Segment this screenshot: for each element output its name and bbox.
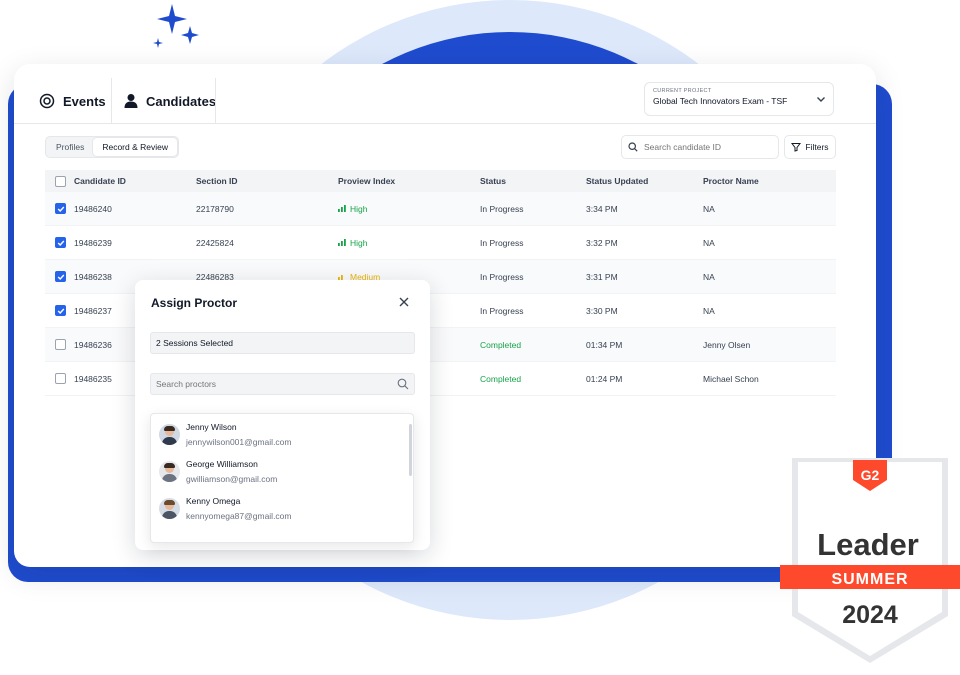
nav-divider	[111, 78, 112, 124]
status: Completed	[480, 339, 522, 350]
status-updated: 3:32 PM	[586, 237, 618, 248]
project-selector[interactable]: CURRENT PROJECT Global Tech Innovators E…	[644, 82, 834, 116]
status: Completed	[480, 373, 522, 384]
signal-bars-icon	[338, 239, 346, 246]
candidate-id: 19486235	[74, 373, 112, 384]
row-checkbox[interactable]	[55, 339, 66, 350]
section-id: 22178790	[196, 203, 234, 214]
badge-brand: G2	[861, 467, 880, 483]
proctor-name: Michael Schon	[703, 373, 759, 384]
user-icon	[124, 94, 138, 108]
column-header: Status Updated	[586, 176, 649, 186]
search-icon	[628, 142, 638, 152]
scrollbar[interactable]	[409, 424, 412, 476]
column-header: Section ID	[196, 176, 238, 186]
project-selector-label: CURRENT PROJECT	[653, 88, 712, 94]
proctor-name: NA	[703, 237, 715, 248]
avatar	[159, 497, 180, 519]
candidate-search	[621, 135, 779, 159]
proctor-name: NA	[703, 271, 715, 282]
table-header: Candidate ID Section ID Proview Index St…	[45, 170, 836, 192]
check-icon	[57, 308, 64, 314]
list-item[interactable]: Kenny Omega kennyomega87@gmail.com	[159, 493, 292, 523]
sessions-selected-field[interactable]: 2 Sessions Selected	[150, 332, 415, 354]
proctor-name: Kenny Omega	[186, 495, 241, 506]
candidate-id: 19486238	[74, 271, 112, 282]
search-input[interactable]	[644, 142, 764, 152]
proctor-name: NA	[703, 203, 715, 214]
project-selector-value: Global Tech Innovators Exam - TSF	[653, 96, 788, 106]
column-header: Proview Index	[338, 176, 396, 186]
segment-record-review[interactable]: Record & Review	[93, 138, 178, 156]
proctor-email: jennywilson001@gmail.com	[186, 436, 292, 447]
view-segmented-control: Profiles Record & Review	[45, 136, 180, 158]
row-checkbox[interactable]	[55, 373, 66, 384]
proctor-list: Jenny Wilson jennywilson001@gmail.com Ge…	[150, 413, 414, 543]
section-id: 22425824	[196, 237, 234, 248]
badge-title: Leader	[817, 527, 919, 562]
proctor-name: George Williamson	[186, 458, 258, 469]
nav-divider	[215, 78, 216, 124]
proview-index: High	[350, 237, 368, 248]
target-icon	[39, 93, 55, 109]
tab-events-label: Events	[63, 93, 106, 109]
signal-bars-icon	[338, 205, 346, 212]
status: In Progress	[480, 271, 524, 282]
status: In Progress	[480, 237, 524, 248]
row-checkbox[interactable]	[55, 203, 66, 214]
table-row[interactable]: 19486239 22425824 High In Progress 3:32 …	[45, 226, 836, 260]
select-all-checkbox[interactable]	[55, 175, 66, 187]
proctor-email: kennyomega87@gmail.com	[186, 510, 292, 521]
proctor-search-input[interactable]	[156, 379, 386, 389]
check-icon	[57, 206, 64, 212]
proctor-name: Jenny Wilson	[186, 421, 237, 432]
candidate-id: 19486239	[74, 237, 112, 248]
candidate-id: 19486236	[74, 339, 112, 350]
row-checkbox[interactable]	[55, 305, 66, 316]
row-checkbox[interactable]	[55, 271, 66, 282]
list-item[interactable]: Jenny Wilson jennywilson001@gmail.com	[159, 419, 291, 449]
g2-leader-badge: G2 Leader SUMMER 2024	[780, 458, 960, 663]
status: In Progress	[480, 203, 524, 214]
proctor-email: gwilliamson@gmail.com	[186, 473, 278, 484]
status-updated: 3:34 PM	[586, 203, 618, 214]
proctor-name: Jenny Olsen	[703, 339, 751, 350]
status: In Progress	[480, 305, 524, 316]
table-row[interactable]: 19486240 22178790 High In Progress 3:34 …	[45, 192, 836, 226]
filters-label: Filters	[805, 142, 829, 152]
proview-index: High	[350, 203, 368, 214]
status-updated: 01:34 PM	[586, 339, 623, 350]
avatar	[159, 460, 180, 482]
row-checkbox[interactable]	[55, 237, 66, 248]
column-header: Proctor Name	[703, 176, 759, 186]
candidate-id: 19486237	[74, 305, 112, 316]
tab-candidates[interactable]: Candidates	[124, 78, 216, 124]
filter-icon	[791, 143, 802, 152]
column-header: Candidate ID	[74, 176, 126, 186]
tab-events[interactable]: Events	[39, 78, 106, 124]
column-header: Status	[480, 176, 506, 186]
status-updated: 3:31 PM	[586, 271, 618, 282]
proctor-search	[150, 373, 415, 395]
status-updated: 01:24 PM	[586, 373, 623, 384]
modal-title: Assign Proctor	[151, 296, 238, 310]
avatar	[159, 423, 180, 445]
close-icon[interactable]	[397, 295, 411, 309]
segment-profiles[interactable]: Profiles	[47, 138, 93, 156]
candidate-id: 19486240	[74, 203, 112, 214]
proctor-name: NA	[703, 305, 715, 316]
top-bar: Events Candidates CURRENT PROJECT Global…	[14, 78, 876, 124]
chevron-down-icon	[817, 97, 825, 102]
badge-season: SUMMER	[831, 571, 908, 588]
check-icon	[57, 240, 64, 246]
badge-year: 2024	[842, 601, 898, 629]
search-icon	[397, 378, 409, 390]
sparkle-icon	[153, 4, 199, 48]
status-updated: 3:30 PM	[586, 305, 618, 316]
tab-candidates-label: Candidates	[146, 93, 217, 109]
list-item[interactable]: George Williamson gwilliamson@gmail.com	[159, 456, 277, 486]
filters-button[interactable]: Filters	[784, 135, 836, 159]
check-icon	[57, 274, 64, 280]
signal-bars-icon	[338, 275, 343, 280]
